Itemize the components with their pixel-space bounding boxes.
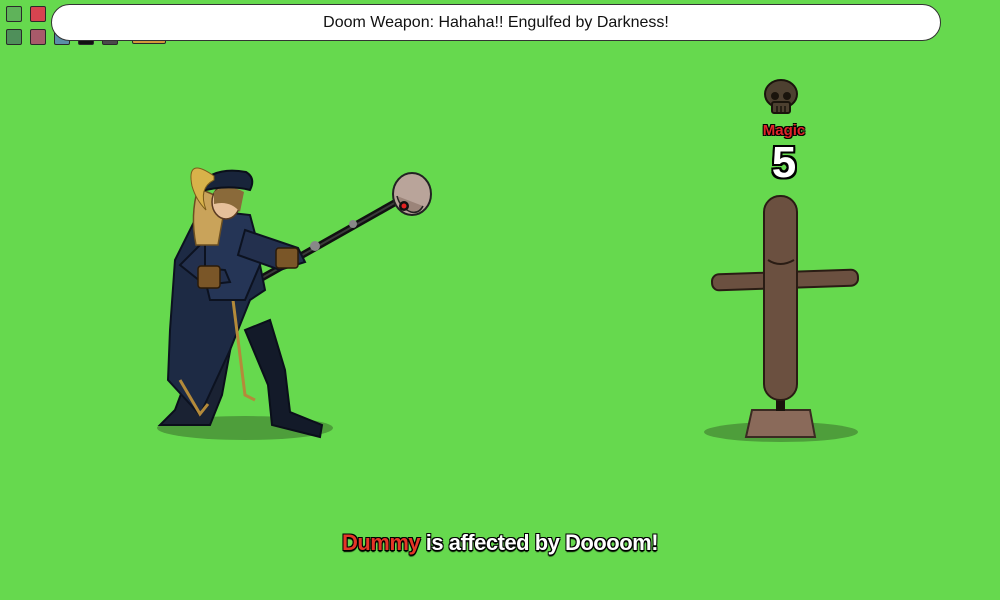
damage-type-label: Magic <box>762 122 806 139</box>
battle-log-text: is affected by Doooom! <box>420 530 659 555</box>
battle-log-message: Dummy is affected by Doooom! <box>0 530 1000 556</box>
training-dummy[interactable] <box>704 195 859 442</box>
battle-log-target-name: Dummy <box>341 530 421 555</box>
battle-scene <box>157 79 859 442</box>
skull-icon <box>764 79 798 114</box>
damage-number: 5 <box>771 138 797 187</box>
player-character[interactable] <box>157 167 432 440</box>
battle-stage: Magic 5 <box>0 0 1000 600</box>
doom-skull-staff-head <box>392 172 432 216</box>
